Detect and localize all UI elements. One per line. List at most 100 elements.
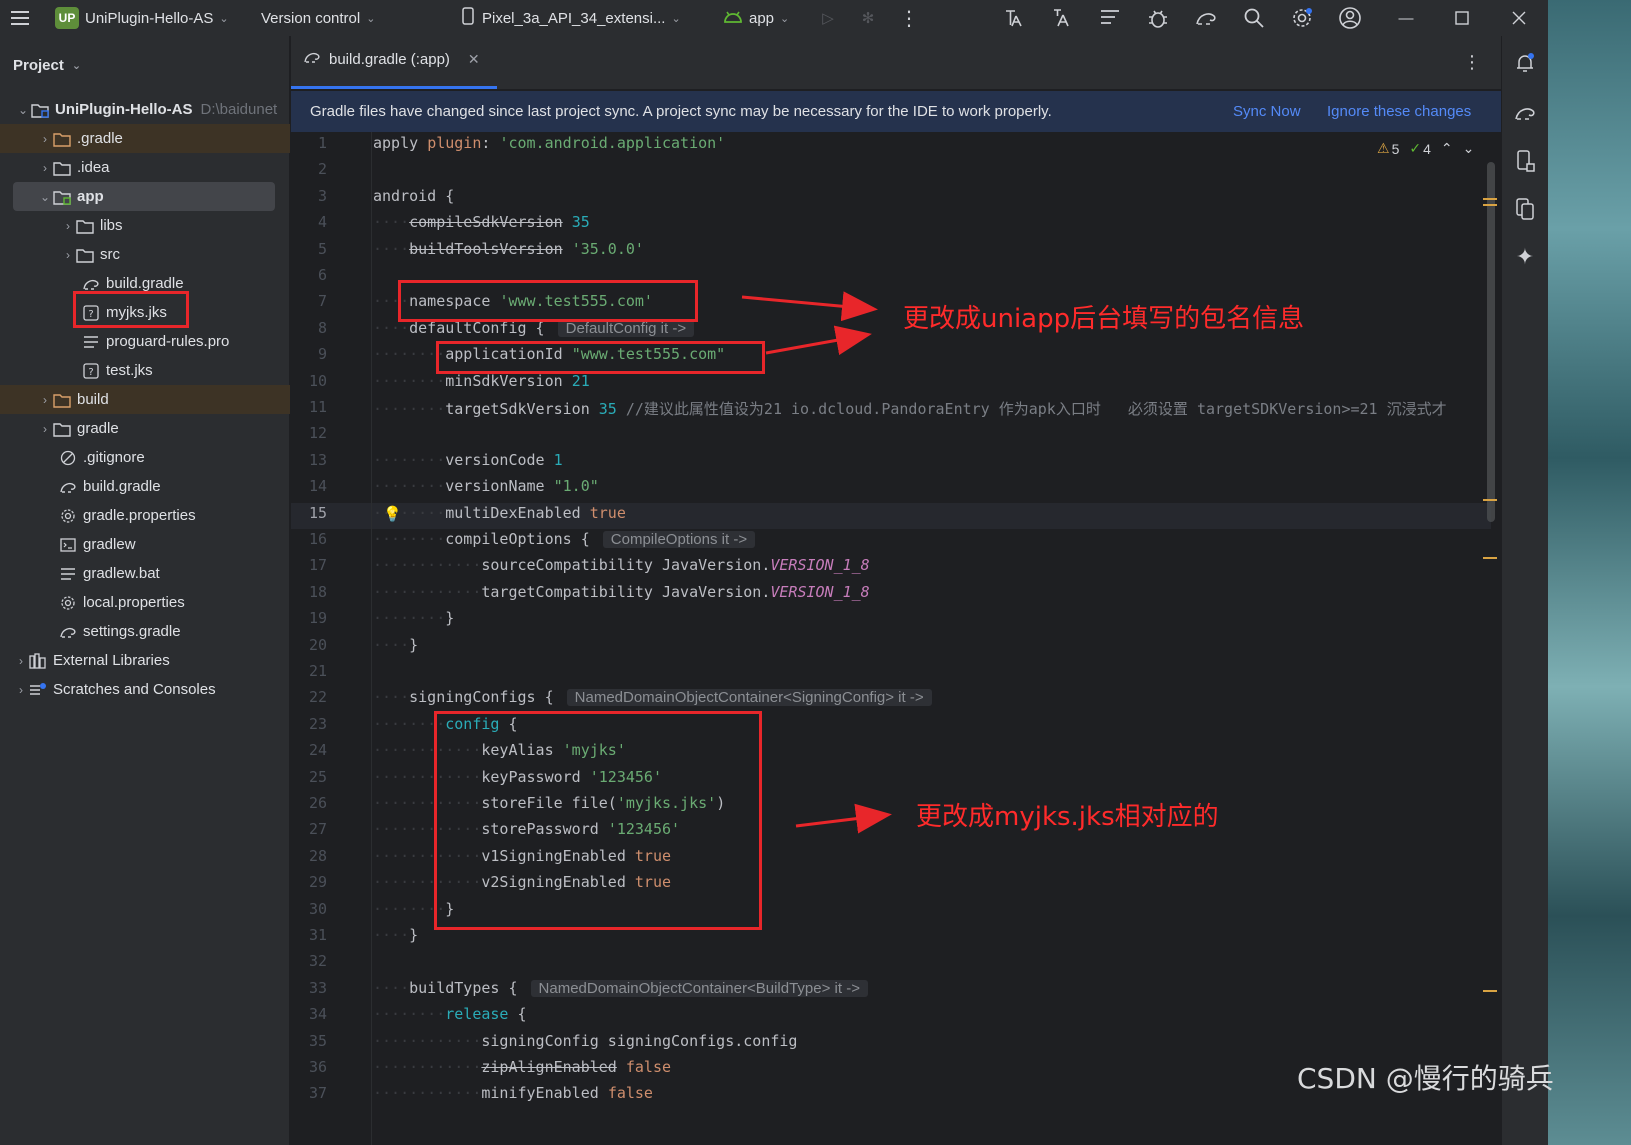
run-icon[interactable]: ▷ [814,4,842,32]
vcs-label: Version control [261,9,361,27]
maximize-icon[interactable] [1448,4,1476,32]
chevron-down-icon: ⌄ [366,12,376,25]
text-file-icon [58,565,78,583]
tab-options-icon[interactable]: ⋮ [1463,52,1481,73]
tree-item-build[interactable]: › build [0,385,290,414]
code-line: 4 ····compileSdkVersion 35 [291,213,1491,239]
tree-item-gradle[interactable]: › gradle [0,414,290,443]
tree-item-app[interactable]: ⌄ app [13,182,275,211]
run-config-selector[interactable]: app ⌄ [723,0,789,36]
tree-item-proguard[interactable]: proguard-rules.pro [0,327,290,356]
code-line: 9 ········applicationId "www.test555.com" [291,345,1491,371]
tree-item-label: .gradle [77,130,123,147]
close-tab-icon[interactable]: ✕ [468,51,480,68]
chevron-down-icon: ⌄ [71,59,82,72]
tree-item-label: gradle [77,420,119,437]
tree-item-gradlew[interactable]: gradlew [0,530,290,559]
tree-item-myjks[interactable]: ? myjks.jks [0,298,290,327]
tree-item-label: build [77,391,109,408]
project-switcher[interactable]: UP UniPlugin-Hello-AS ⌄ [55,0,229,36]
annotation-note-keystore: 更改成myjks.jks相对应的 [916,802,1219,832]
minimize-icon[interactable]: — [1392,4,1420,32]
tree-item-src[interactable]: › src [0,240,290,269]
chevron-right-icon[interactable]: › [14,654,28,668]
search-icon[interactable] [1240,4,1268,32]
folder-icon [52,420,72,438]
project-view-selector[interactable]: Project ⌄ [0,36,289,94]
format-icon[interactable] [1096,4,1124,32]
tree-item-app-build-gradle[interactable]: build.gradle [0,269,290,298]
ai-assistant-icon[interactable]: ✦ [1512,244,1538,270]
translate-alt-icon[interactable] [1048,4,1076,32]
line-number: 10 [308,372,327,390]
settings-icon[interactable] [1288,4,1316,32]
more-actions-icon[interactable]: ⋮ [895,4,923,32]
gradle-file-icon [303,50,321,68]
folder-icon [75,217,95,235]
project-panel-title: Project [13,56,64,74]
chevron-down-icon[interactable]: ⌄ [16,103,30,117]
device-selector[interactable]: Pixel_3a_API_34_extensi... ⌄ [460,0,681,36]
gradle-icon[interactable] [1512,100,1538,126]
code-line: 13 ········versionCode 1 [291,451,1491,477]
code-line: 32 [291,952,1491,978]
tree-item-testjks[interactable]: ? test.jks [0,356,290,385]
debug-icon[interactable]: ✻ [854,4,882,32]
chevron-down-icon: ⌄ [219,12,229,25]
sync-now-link[interactable]: Sync Now [1233,103,1301,120]
bug-icon[interactable] [1144,4,1172,32]
tree-item-scratches[interactable]: › Scratches and Consoles [0,675,290,704]
desktop-background [1548,0,1631,1145]
tree-item-gradle-properties[interactable]: gradle.properties [0,501,290,530]
chevron-right-icon[interactable]: › [38,132,52,146]
tree-item-gradle-dir[interactable]: › .gradle [0,124,290,153]
notifications-icon[interactable] [1512,50,1538,76]
tree-root[interactable]: ⌄ UniPlugin-Hello-AS D:\baidunet [0,95,290,124]
root-project-path: D:\baidunet [200,101,278,118]
account-icon[interactable] [1336,4,1364,32]
tree-item-gradlew-bat[interactable]: gradlew.bat [0,559,290,588]
code-line: 23 ········config { [291,715,1491,741]
line-number: 1 [317,134,327,152]
active-tab-indicator [291,86,497,89]
chevron-right-icon[interactable]: › [38,161,52,175]
tree-item-external-libraries[interactable]: › External Libraries [0,646,290,675]
scratches-icon [28,681,48,699]
root-project-name: UniPlugin-Hello-AS [55,101,193,118]
code-line: 20 ····} [291,636,1491,662]
code-editor[interactable]: ⚠ 5 ✓ 4 ⌃ ⌄ 1 apply plugin: 'com.android.… [291,132,1501,1145]
tree-item-settings-gradle[interactable]: settings.gradle [0,617,290,646]
code-line: 29 ············v2SigningEnabled true [291,873,1491,899]
tree-item-gitignore[interactable]: .gitignore [0,443,290,472]
translate-icon[interactable] [1000,4,1028,32]
ignore-file-icon [58,449,78,467]
chevron-right-icon[interactable]: › [61,219,75,233]
line-number: 13 [308,451,327,469]
tree-item-root-build-gradle[interactable]: build.gradle [0,472,290,501]
device-mirroring-icon[interactable] [1512,196,1538,222]
chevron-right-icon[interactable]: › [14,683,28,697]
main-menu-icon[interactable] [6,4,34,32]
tree-item-local-properties[interactable]: local.properties [0,588,290,617]
chevron-down-icon: ⌄ [671,12,681,25]
ignore-changes-link[interactable]: Ignore these changes [1327,103,1471,120]
tree-item-idea[interactable]: › .idea [0,153,290,182]
device-manager-icon[interactable] [1512,148,1538,174]
annotation-note-package: 更改成uniapp后台填写的包名信息 [903,304,1305,334]
module-folder-icon [52,188,72,206]
line-number: 27 [308,820,327,838]
chevron-right-icon[interactable]: › [38,422,52,436]
vcs-menu[interactable]: Version control ⌄ [261,0,375,36]
close-icon[interactable] [1505,4,1533,32]
chevron-right-icon[interactable]: › [61,248,75,262]
chevron-down-icon[interactable]: ⌄ [38,190,52,204]
line-number: 33 [308,979,327,997]
code-line: 35 ············signingConfig signingConfi… [291,1032,1491,1058]
code-line: 7 ····namespace 'www.test555.com' [291,292,1491,318]
editor-tab-build-gradle[interactable]: build.gradle (:app) ✕ [303,50,480,68]
tree-item-label: libs [100,217,123,234]
gradle-sync-icon[interactable] [1192,4,1220,32]
chevron-right-icon[interactable]: › [38,393,52,407]
tree-item-libs[interactable]: › libs [0,211,290,240]
code-line: 2 [291,160,1491,186]
